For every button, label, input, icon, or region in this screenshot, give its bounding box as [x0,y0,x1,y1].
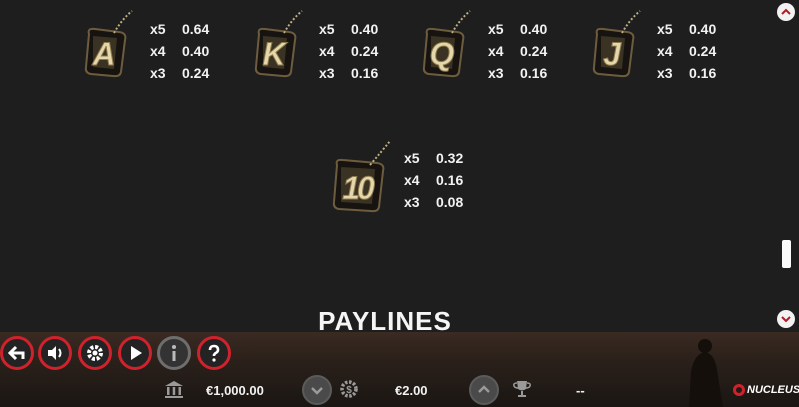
trophy-icon [513,381,531,397]
balance-value: €1,000.00 [206,383,264,398]
paylines-heading: PAYLINES [318,306,452,332]
pay-list-q: x5 0.40 x4 0.24 x3 0.16 [488,21,548,81]
chevron-up-icon [781,8,791,15]
pay-list-j: x5 0.40 x4 0.24 x3 0.16 [657,21,717,81]
info-icon [172,345,176,361]
chain-icon [369,140,391,166]
bet-decrease-button[interactable] [302,375,332,405]
logo-text: NUCLEUS [747,384,799,396]
paytable-panel: A x5 0.64 x4 0.40 x3 0.24 K x5 0.40 x4 0.24 x… [0,0,799,332]
scrollbar-thumb[interactable] [782,240,791,268]
pay-list-a: x5 0.64 x4 0.40 x3 0.24 [150,21,210,81]
bet-increase-button[interactable] [469,375,499,405]
chevron-up-icon [478,385,490,393]
svg-text:10: 10 [342,170,375,206]
logo-mark-icon [733,384,745,396]
nucleus-logo: NUCLEUS [733,384,799,396]
svg-text:A: A [91,36,115,72]
svg-text:K: K [262,36,288,72]
back-arrow-icon [7,345,25,361]
gear-icon [87,345,103,361]
chain-icon [283,10,303,34]
scroll-up-button[interactable] [777,3,795,21]
svg-text:J: J [603,36,622,72]
win-value: -- [576,383,585,398]
back-button[interactable] [0,336,34,370]
play-icon [131,346,142,360]
settings-button[interactable] [78,336,112,370]
pay-list-10: x5 0.32 x4 0.16 x3 0.08 [404,150,464,210]
svg-text:$: $ [346,385,352,396]
info-button[interactable] [157,336,191,370]
bet-value: €2.00 [395,383,428,398]
chain-icon [621,10,641,34]
sound-button[interactable] [38,336,72,370]
question-icon [208,344,220,362]
autoplay-button[interactable] [118,336,152,370]
chain-icon [451,10,471,34]
help-button[interactable] [197,336,231,370]
bank-icon [165,381,183,398]
coin-settings-icon: $ [340,380,358,398]
svg-text:Q: Q [430,36,455,72]
speaker-icon [48,346,62,360]
chevron-down-icon [781,316,791,323]
pay-list-k: x5 0.40 x4 0.24 x3 0.16 [319,21,379,81]
chevron-down-icon [311,387,323,395]
chain-icon [113,10,133,34]
scroll-down-button[interactable] [777,310,795,328]
